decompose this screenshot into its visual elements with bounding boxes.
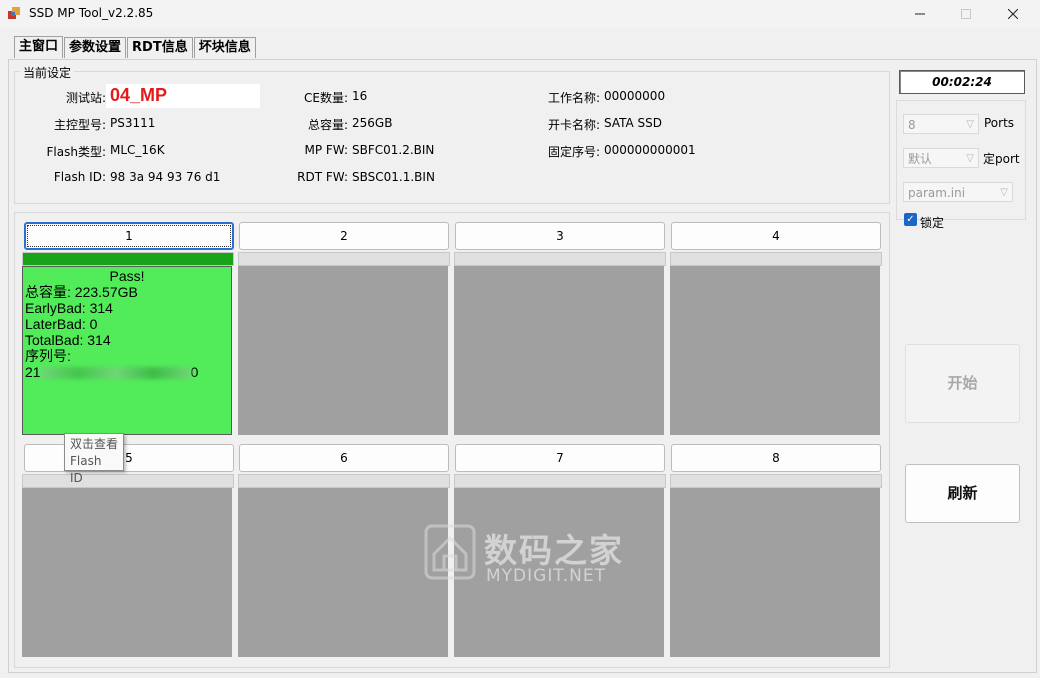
start-button[interactable]: 开始 <box>905 344 1020 423</box>
ports-combo[interactable]: 8 ▽ <box>903 114 979 134</box>
serial-start: 21 <box>25 364 41 380</box>
port-mode-label: 定port <box>983 152 1020 166</box>
flash-id-tooltip: 双击查看 Flash ID <box>64 433 124 485</box>
slot-1-total-bad: TotalBad: 314 <box>25 332 111 348</box>
mp-fw-value: SBFC01.2.BIN <box>352 143 435 157</box>
slot-1-serial-value: 21 0 <box>25 364 229 380</box>
ports-combo-value: 8 <box>908 118 916 132</box>
serial-blur-mask <box>40 367 191 380</box>
slot-5-panel[interactable] <box>22 488 232 657</box>
minimize-icon <box>915 13 925 15</box>
rdt-fw-label: RDT FW: <box>297 170 348 184</box>
slot-6-button[interactable]: 6 <box>239 444 449 472</box>
lock-checkbox[interactable]: ✓ <box>904 213 917 226</box>
work-name-value: 00000000 <box>604 89 666 103</box>
refresh-button[interactable]: 刷新 <box>905 464 1020 523</box>
fixed-serial-value: 000000000001 <box>604 143 696 157</box>
controller-label: 主控型号: <box>53 118 106 132</box>
work-name-label: 工作名称: <box>547 91 600 105</box>
tab-main[interactable]: 主窗口 <box>14 36 64 58</box>
slot-1-capacity: 总容量: 223.57GB <box>25 284 138 300</box>
tab-rdt[interactable]: RDT信息 <box>127 37 193 58</box>
param-file-combo[interactable]: param.ini ▽ <box>903 182 1013 202</box>
mp-fw-label: MP FW: <box>304 143 348 157</box>
slot-1-status: Pass! <box>109 268 145 284</box>
station-value: 04_MP <box>110 85 168 105</box>
slot-6-progress <box>238 474 450 488</box>
slot-4-panel[interactable] <box>670 266 880 435</box>
slot-8-progress <box>670 474 882 488</box>
slot-1-progress-fill <box>23 253 233 265</box>
lock-label: 锁定 <box>920 216 945 230</box>
station-label: 测试站: <box>65 91 106 105</box>
slot-1-progress <box>22 252 234 266</box>
flash-type-value: MLC_16K <box>110 143 165 157</box>
app-icon <box>8 7 20 19</box>
slot-8-panel[interactable] <box>670 488 880 657</box>
watermark-logo-icon <box>424 524 476 580</box>
close-icon <box>1008 9 1018 19</box>
rdt-fw-value: SBSC01.1.BIN <box>352 170 435 184</box>
slot-1-button[interactable]: 1 <box>24 222 234 250</box>
tab-badblock[interactable]: 坏块信息 <box>193 37 256 58</box>
slot-2-button[interactable]: 2 <box>239 222 449 250</box>
ce-value: 16 <box>352 89 368 103</box>
slot-2-progress <box>238 252 450 266</box>
capacity-value: 256GB <box>352 116 393 130</box>
tooltip-line-1: 双击查看 <box>70 437 119 451</box>
slot-2-panel[interactable] <box>238 266 448 435</box>
card-name-label: 开卡名称: <box>547 118 600 132</box>
title-bar: SSD MP Tool_v2.2.85 <box>0 0 1040 28</box>
slot-1-result-panel[interactable]: Pass! 总容量: 223.57GB EarlyBad: 314 LaterB… <box>22 266 232 435</box>
watermark-text-en: MYDIGIT.NET <box>486 566 606 586</box>
slot-3-button[interactable]: 3 <box>455 222 665 250</box>
slot-1-early-bad: EarlyBad: 314 <box>25 300 113 316</box>
window-title: SSD MP Tool_v2.2.85 <box>29 6 154 20</box>
slot-8-button[interactable]: 8 <box>671 444 881 472</box>
capacity-label: 总容量: <box>307 118 348 132</box>
controller-value: PS3111 <box>110 116 156 130</box>
chevron-down-icon: ▽ <box>966 153 974 164</box>
slot-3-panel[interactable] <box>454 266 664 435</box>
watermark-text-cn: 数码之家 <box>484 531 624 570</box>
maximize-button[interactable] <box>943 0 989 28</box>
flash-id-value: 98 3a 94 93 76 d1 <box>110 170 221 184</box>
serial-end: 0 <box>190 364 199 380</box>
slot-5-progress <box>22 474 234 488</box>
slot-4-button[interactable]: 4 <box>671 222 881 250</box>
port-mode-combo-value: 默认 <box>908 152 933 166</box>
fixed-serial-label: 固定序号: <box>547 145 600 159</box>
slot-7-button[interactable]: 7 <box>455 444 665 472</box>
slot-3-progress <box>454 252 666 266</box>
chevron-down-icon: ▽ <box>1000 187 1008 198</box>
ports-label: Ports <box>984 116 1015 130</box>
port-mode-combo[interactable]: 默认 ▽ <box>903 148 979 168</box>
flash-id-label: Flash ID: <box>53 170 106 184</box>
slot-5-button[interactable]: 5 <box>24 444 234 472</box>
maximize-icon <box>961 9 971 19</box>
slot-1-later-bad: LaterBad: 0 <box>25 316 98 332</box>
slot-4-progress <box>670 252 882 266</box>
tab-params[interactable]: 参数设置 <box>64 37 127 58</box>
close-button[interactable] <box>990 0 1036 28</box>
slot-1-serial-label: 序列号: <box>25 348 71 364</box>
tooltip-line-2: Flash ID <box>70 454 102 485</box>
slot-6-panel[interactable] <box>238 488 448 657</box>
minimize-button[interactable] <box>897 0 943 28</box>
card-name-value: SATA SSD <box>604 116 663 130</box>
tab-bar: 主窗口 参数设置 RDT信息 坏块信息 <box>14 36 257 59</box>
chevron-down-icon: ▽ <box>966 119 974 130</box>
settings-legend: 当前设定 <box>20 64 75 81</box>
ce-label: CE数量: <box>303 91 348 105</box>
flash-type-label: Flash类型: <box>46 145 107 159</box>
slot-7-progress <box>454 474 666 488</box>
param-file-value: param.ini <box>908 186 966 200</box>
elapsed-timer: 00:02:24 <box>899 70 1025 94</box>
